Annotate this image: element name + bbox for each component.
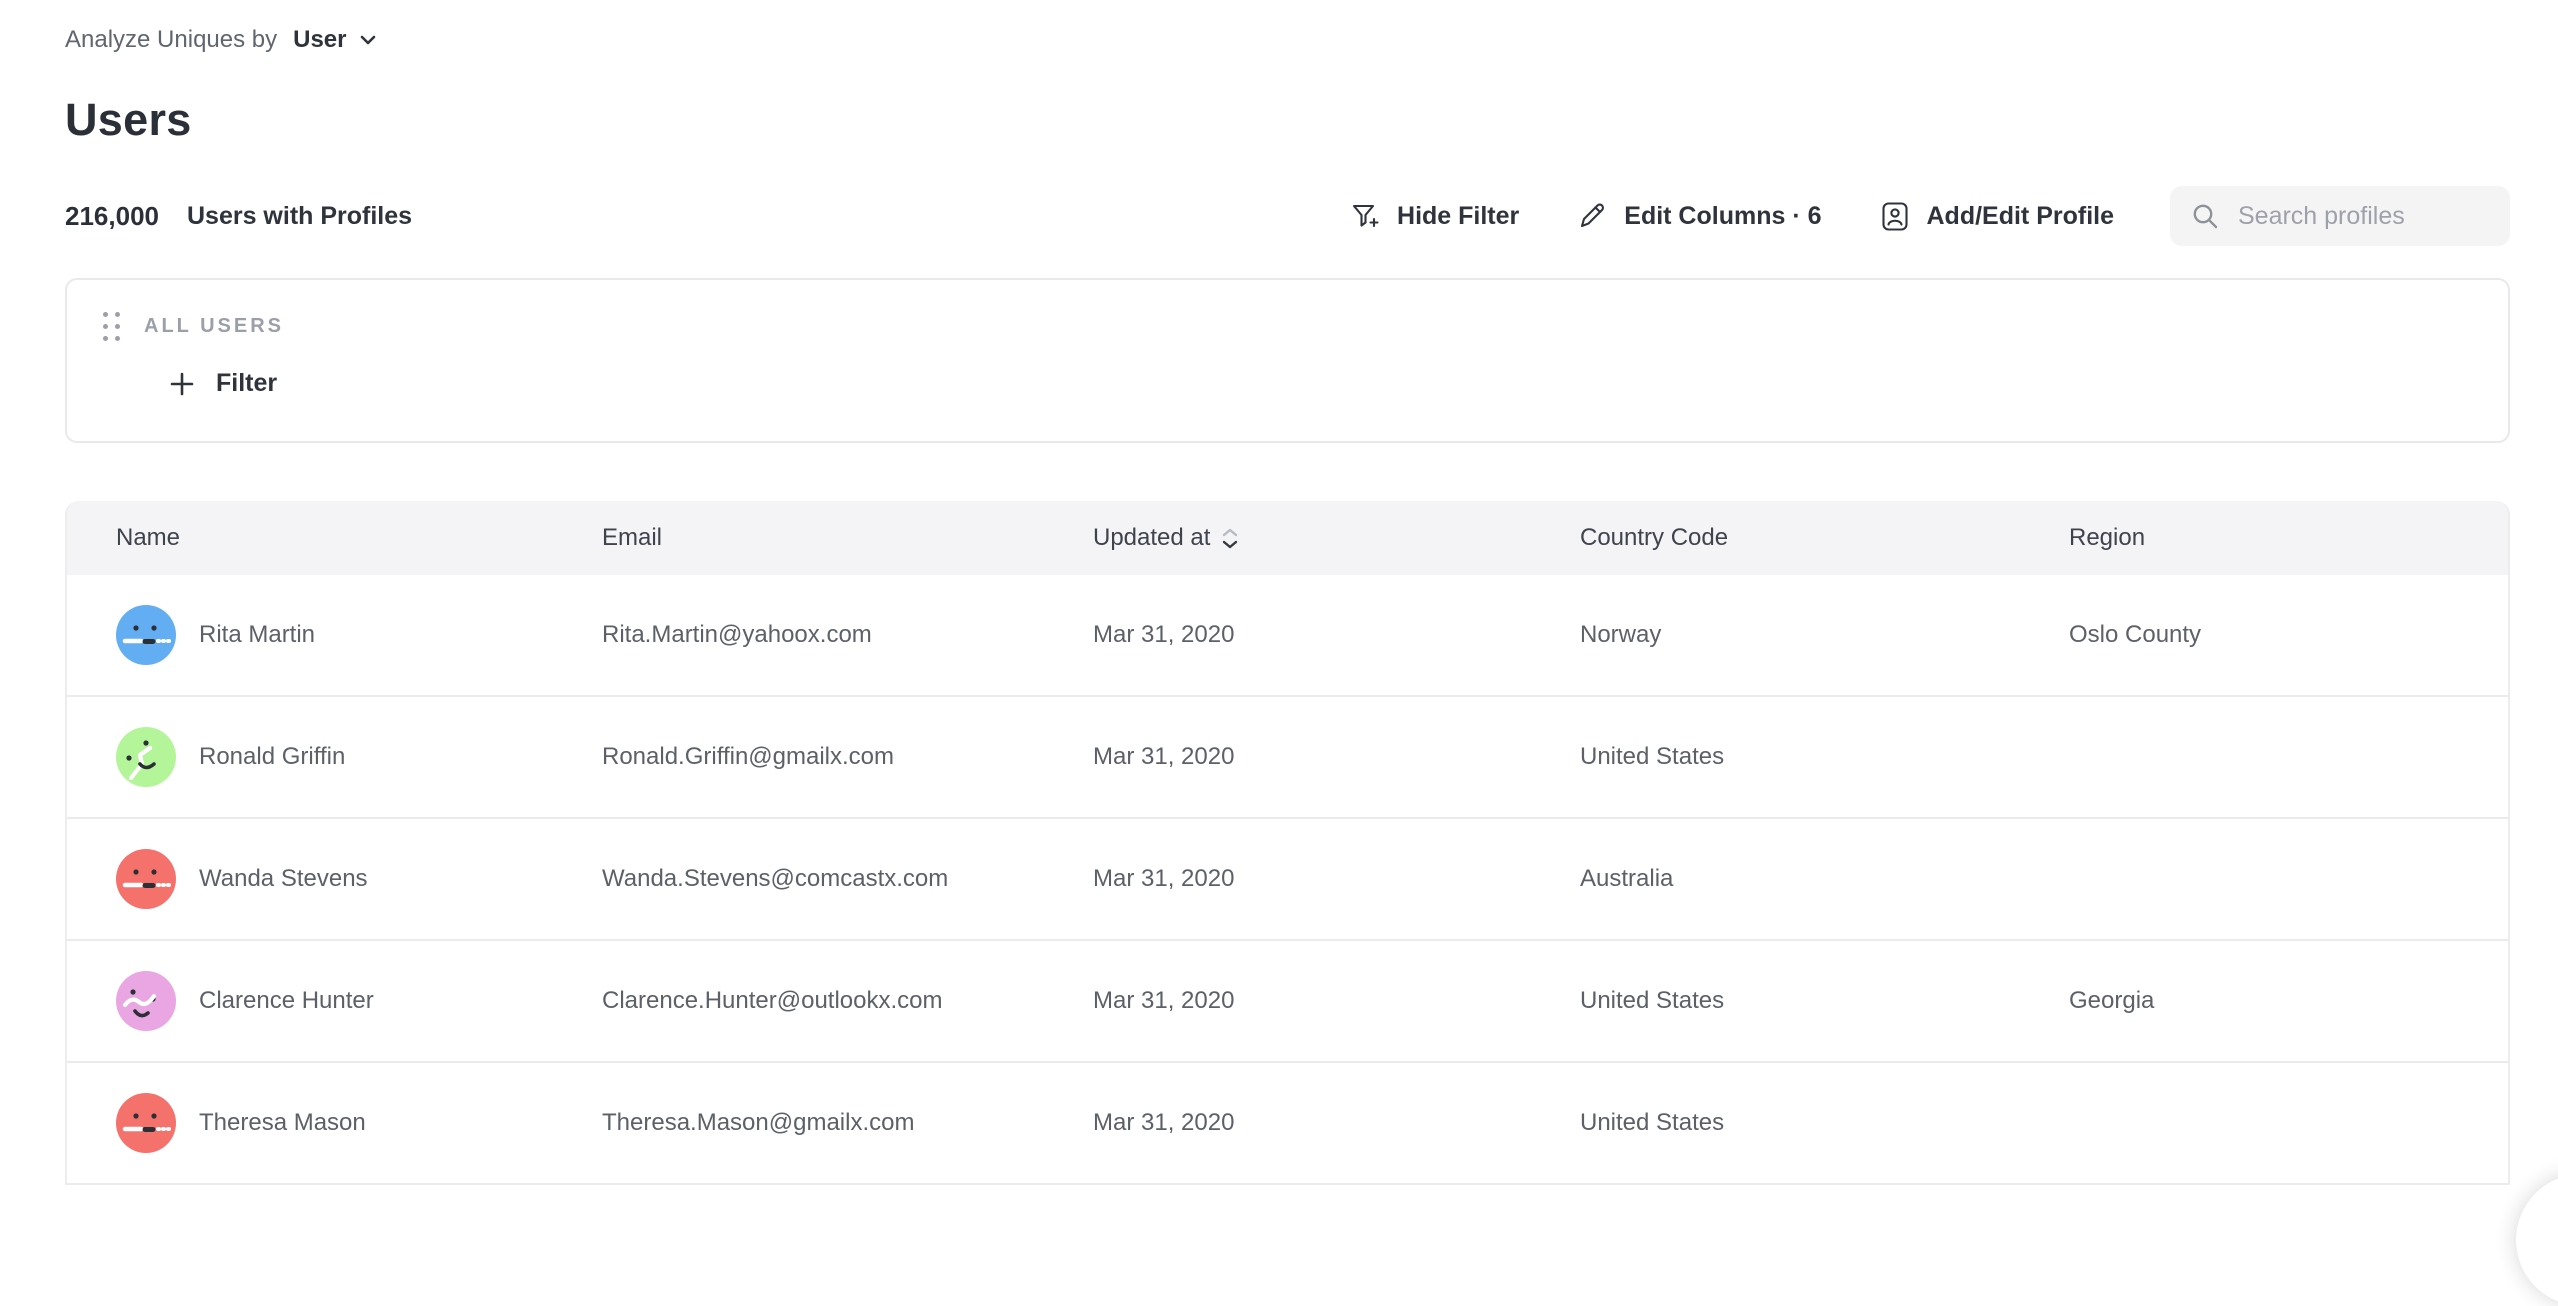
add-edit-profile-button[interactable]: Add/Edit Profile: [1878, 199, 2115, 233]
name-cell: Clarence Hunter: [116, 971, 602, 1031]
updated-at: Mar 31, 2020: [1093, 987, 1580, 1015]
hide-filter-label: Hide Filter: [1397, 202, 1519, 231]
avatar: [116, 1093, 176, 1153]
hide-filter-button[interactable]: Hide Filter: [1348, 199, 1519, 233]
updated-at: Mar 31, 2020: [1093, 865, 1580, 893]
drag-handle[interactable]: [99, 308, 124, 345]
country-code: Australia: [1580, 865, 2069, 893]
chevron-down-icon: [357, 29, 379, 51]
user-name: Rita Martin: [199, 621, 315, 649]
region: Oslo County: [2069, 621, 2508, 649]
plus-icon: [168, 370, 196, 398]
avatar: [116, 849, 176, 909]
floating-help-button[interactable]: [2516, 1174, 2558, 1306]
table-row[interactable]: Wanda Stevens Wanda.Stevens@comcastx.com…: [67, 819, 2508, 941]
funnel-plus-icon: [1348, 199, 1382, 233]
table-row[interactable]: Theresa Mason Theresa.Mason@gmailx.com M…: [67, 1063, 2508, 1185]
analyze-by-dropdown[interactable]: User: [293, 26, 378, 54]
name-cell: Rita Martin: [116, 605, 602, 665]
updated-at: Mar 31, 2020: [1093, 1109, 1580, 1137]
toolbar-actions: Hide Filter Edit Columns · 6 Add/Edit Pr…: [1348, 186, 2510, 246]
search-profiles-input[interactable]: [2236, 201, 2490, 232]
column-header-email[interactable]: Email: [602, 524, 1093, 552]
column-header-name[interactable]: Name: [116, 524, 602, 552]
table-row[interactable]: Clarence Hunter Clarence.Hunter@outlookx…: [67, 941, 2508, 1063]
sort-icon: [1222, 528, 1238, 549]
user-name: Theresa Mason: [199, 1109, 366, 1137]
users-table: Name Email Updated at Country Code Regio…: [65, 501, 2510, 1185]
country-code: United States: [1580, 1109, 2069, 1137]
pencil-icon: [1575, 199, 1609, 233]
user-name: Clarence Hunter: [199, 987, 374, 1015]
page-title: Users: [65, 94, 2510, 146]
edit-columns-button[interactable]: Edit Columns · 6: [1575, 199, 1821, 233]
avatar: [116, 605, 176, 665]
column-header-region[interactable]: Region: [2069, 524, 2508, 552]
name-cell: Theresa Mason: [116, 1093, 602, 1153]
search-icon: [2190, 201, 2220, 231]
country-code: United States: [1580, 987, 2069, 1015]
analyze-by-value: User: [293, 26, 346, 54]
user-email: Wanda.Stevens@comcastx.com: [602, 865, 1093, 893]
name-cell: Wanda Stevens: [116, 849, 602, 909]
avatar: [116, 727, 176, 787]
avatar: [116, 971, 176, 1031]
stats-actions-row: 216,000 Users with Profiles Hide Filter …: [65, 186, 2510, 246]
user-name: Ronald Griffin: [199, 743, 345, 771]
updated-at: Mar 31, 2020: [1093, 743, 1580, 771]
search-profiles-box: [2170, 186, 2510, 246]
add-edit-profile-label: Add/Edit Profile: [1927, 202, 2115, 231]
table-row[interactable]: Ronald Griffin Ronald.Griffin@gmailx.com…: [67, 697, 2508, 819]
filter-group-label: ALL USERS: [144, 315, 284, 338]
main-content: Analyze Uniques by User Users 216,000 Us…: [0, 26, 2558, 1185]
add-filter-label: Filter: [216, 369, 277, 398]
region: Georgia: [2069, 987, 2508, 1015]
user-email: Ronald.Griffin@gmailx.com: [602, 743, 1093, 771]
user-email: Clarence.Hunter@outlookx.com: [602, 987, 1093, 1015]
add-filter-button[interactable]: Filter: [168, 369, 277, 398]
profile-card-icon: [1878, 199, 1912, 233]
column-header-updated-at[interactable]: Updated at: [1093, 524, 1580, 552]
column-header-country-code[interactable]: Country Code: [1580, 524, 2069, 552]
filter-panel: ALL USERS Filter: [65, 278, 2510, 443]
name-cell: Ronald Griffin: [116, 727, 602, 787]
country-code: United States: [1580, 743, 2069, 771]
filter-group-header: ALL USERS: [99, 308, 2508, 345]
user-email: Theresa.Mason@gmailx.com: [602, 1109, 1093, 1137]
table-header-row: Name Email Updated at Country Code Regio…: [67, 501, 2508, 575]
table-row[interactable]: Rita Martin Rita.Martin@yahoox.com Mar 3…: [67, 575, 2508, 697]
edit-columns-label: Edit Columns · 6: [1624, 202, 1821, 231]
analyze-uniques-row: Analyze Uniques by User: [65, 26, 2510, 54]
updated-at: Mar 31, 2020: [1093, 621, 1580, 649]
analyze-uniques-label: Analyze Uniques by: [65, 26, 277, 54]
user-count-label: Users with Profiles: [187, 202, 412, 231]
user-name: Wanda Stevens: [199, 865, 368, 893]
country-code: Norway: [1580, 621, 2069, 649]
user-email: Rita.Martin@yahoox.com: [602, 621, 1093, 649]
user-count: 216,000: [65, 201, 159, 232]
